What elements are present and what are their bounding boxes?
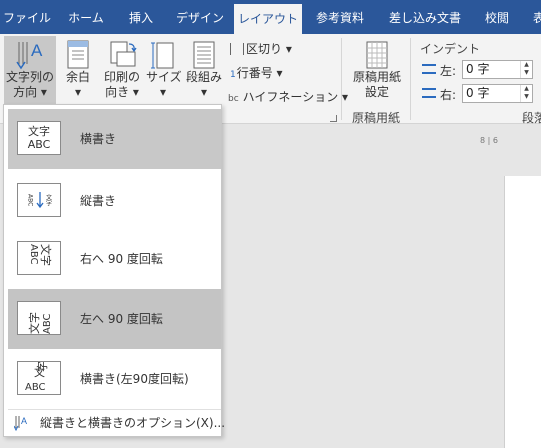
orientation-label-1: 印刷の [103,70,140,84]
text-direction-options-icon: A [14,416,27,432]
indent-title: インデント [420,42,481,56]
menu-item-options[interactable]: A 縦書きと横書きのオプション(X)... [8,409,225,435]
menu-item-horizontal-rotated[interactable]: 文 字 ABC 横書き(左90度回転) [8,349,221,409]
manuscript-group-label: 原稿用紙 [352,111,401,125]
menu-item-vertical[interactable]: 文字 ABC 縦書き [8,171,221,231]
svg-text:文字: 文字 [45,193,52,206]
hyphenation-button[interactable]: bc ハイフネーション ▾ [228,88,348,105]
indent-right-spinner-icon[interactable]: ▲ ▼ [520,85,532,102]
menu-item-horizontal[interactable]: 文字 ABC 横書き [8,109,221,169]
tab-review[interactable]: 校閲 [474,0,520,34]
tab-layout[interactable]: レイアウト [234,4,302,34]
hyphenation-icon: bc [228,94,239,104]
columns-label-2: ▾ [200,85,208,99]
orientation-button[interactable]: 印刷の 向き ▾ [100,36,144,106]
ribbon-separator [410,38,411,120]
breaks-icon [230,43,244,55]
breaks-label: 区切り ▾ [246,42,292,56]
svg-text:ABC: ABC [25,382,46,393]
line-numbers-icon: 1 [230,70,236,80]
svg-text:字: 字 [35,362,49,372]
columns-icon [193,41,215,69]
tab-design[interactable]: デザイン [168,0,232,34]
text-direction-menu: 文字 ABC 横書き 文字 ABC 縦書き 文字 ABC 右へ 90 度回転 文字… [3,104,225,437]
paragraph-group-label: 段落 [522,111,541,125]
tab-mailings[interactable]: 差し込み文書 [380,0,470,34]
menu-item-rotate-right[interactable]: 文字 ABC 右へ 90 度回転 [8,229,221,289]
rotate-left-text-icon: 文字 ABC [17,301,61,335]
ribbon-tab-bar: ファイル ホーム 挿入 デザイン レイアウト 参考資料 差し込み文書 校閲 表 [0,0,541,34]
tab-references[interactable]: 参考資料 [306,0,374,34]
text-direction-label-2: 方向 ▾ [13,85,47,99]
hyphenation-label: ハイフネーション ▾ [242,90,349,104]
margins-button[interactable]: 余白 ▾ [60,36,96,106]
horizontal-text-icon: 文字 ABC [17,121,61,155]
manuscript-icon [366,41,388,69]
rotate-right-text-icon: 文字 ABC [17,241,61,275]
svg-text:A: A [21,416,27,426]
ribbon-separator [341,38,342,120]
menu-item-rotate-left[interactable]: 文字 ABC 左へ 90 度回転 [8,289,221,349]
indent-left-spinner-icon[interactable]: ▲ ▼ [520,61,532,78]
size-label-1: サイズ [146,70,182,84]
menu-options-label: 縦書きと横書きのオプション(X)... [40,416,226,430]
text-direction-icon: A [16,41,43,70]
manuscript-settings-button[interactable]: 原稿用紙 設定 [348,36,406,102]
indent-right-icon [422,88,436,98]
menu-item-label: 横書き [80,132,117,146]
manuscript-label-1: 原稿用紙 [352,70,401,84]
orientation-icon [110,41,137,67]
indent-right-input[interactable]: 0 字 ▲ ▼ [462,84,533,103]
horizontal-rotated-text-icon: 文 字 ABC [17,361,61,395]
svg-text:文字: 文字 [27,312,41,334]
text-direction-button[interactable]: A 文字列の 方向 ▾ [4,36,56,106]
svg-text:ABC: ABC [27,194,34,206]
indent-right-label: 右: [440,88,457,102]
columns-button[interactable]: 段組み ▾ [184,36,224,106]
menu-item-label: 横書き(左90度回転) [80,372,189,386]
indent-left-icon [422,64,436,74]
menu-item-label: 右へ 90 度回転 [80,252,163,266]
line-numbers-button[interactable]: 1行番号 ▾ [230,64,283,81]
svg-text:ABC: ABC [28,244,39,265]
svg-text:ABC: ABC [42,313,53,334]
indent-right-value: 0 字 [466,86,490,100]
tab-view[interactable]: 表 [524,0,541,34]
size-icon [151,42,174,69]
svg-text:文字: 文字 [39,244,53,266]
orientation-label-2: 向き ▾ [105,85,139,99]
line-numbers-label: 行番号 ▾ [236,66,283,80]
document-page[interactable] [504,176,541,448]
indent-left-value: 0 字 [466,62,490,76]
margins-label-2: ▾ [74,85,82,99]
size-label-2: ▾ [159,85,167,99]
margins-icon [67,40,89,69]
menu-item-label: 縦書き [80,194,117,208]
vertical-text-icon: 文字 ABC [17,183,61,217]
text-direction-label-1: 文字列の [5,70,54,84]
breaks-button[interactable]: 区切り ▾ [230,40,292,57]
menu-item-label: 左へ 90 度回転 [80,312,163,326]
tab-file[interactable]: ファイル [0,0,54,34]
indent-left-label: 左: [440,64,457,78]
tab-home[interactable]: ホーム [58,0,114,34]
size-button[interactable]: サイズ ▾ [146,36,182,106]
ruler: 8 | 6 [480,136,498,145]
svg-text:A: A [31,41,43,60]
margins-label-1: 余白 [65,70,90,84]
columns-label-1: 段組み [185,70,222,84]
tab-insert[interactable]: 挿入 [118,0,164,34]
dialog-launcher-icon[interactable] [330,115,337,122]
manuscript-label-2: 設定 [364,85,389,99]
indent-left-input[interactable]: 0 字 ▲ ▼ [462,60,533,79]
